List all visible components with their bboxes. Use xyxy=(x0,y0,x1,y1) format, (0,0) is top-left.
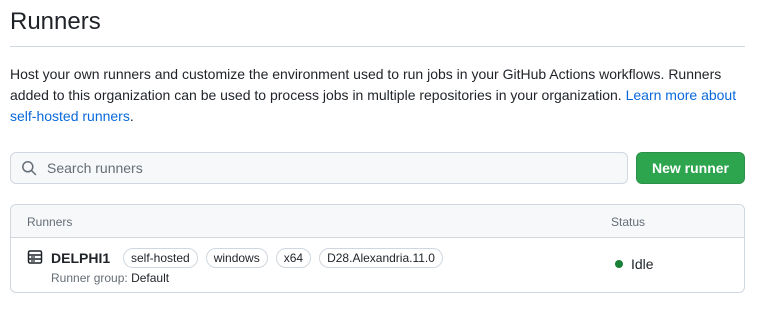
title-divider xyxy=(10,46,745,47)
runner-label: self-hosted xyxy=(123,248,198,268)
status-text: Idle xyxy=(631,256,654,272)
status-cell: Idle xyxy=(615,256,654,272)
runner-label: D28.Alexandria.11.0 xyxy=(319,248,443,268)
new-runner-button[interactable]: New runner xyxy=(636,152,745,184)
runners-table: Runners Status DELPHI1 self-hosted windo… xyxy=(10,204,745,293)
runner-group: Runner group: Default xyxy=(51,271,169,285)
search-input[interactable] xyxy=(45,154,627,182)
runner-label: x64 xyxy=(275,248,312,268)
server-icon xyxy=(27,249,43,265)
search-box[interactable] xyxy=(10,152,628,184)
table-row: DELPHI1 self-hosted windows x64 D28.Alex… xyxy=(11,238,744,292)
search-icon xyxy=(21,160,37,176)
column-header-runners: Runners xyxy=(27,215,73,229)
page-description: Host your own runners and customize the … xyxy=(10,64,745,127)
description-end: . xyxy=(129,108,134,124)
runner-labels: self-hosted windows x64 D28.Alexandria.1… xyxy=(123,248,443,268)
runner-group-value: Default xyxy=(131,271,170,285)
page-title: Runners xyxy=(10,8,101,35)
runner-label: windows xyxy=(205,248,268,268)
runner-group-label: Runner group: xyxy=(51,271,128,285)
description-text: Host your own runners and customize the … xyxy=(10,66,722,103)
runner-name[interactable]: DELPHI1 xyxy=(51,248,110,268)
column-header-status: Status xyxy=(611,215,646,229)
status-dot xyxy=(615,260,623,268)
runners-page: Runners Host your own runners and custom… xyxy=(0,0,757,315)
table-header: Runners Status xyxy=(11,205,744,238)
